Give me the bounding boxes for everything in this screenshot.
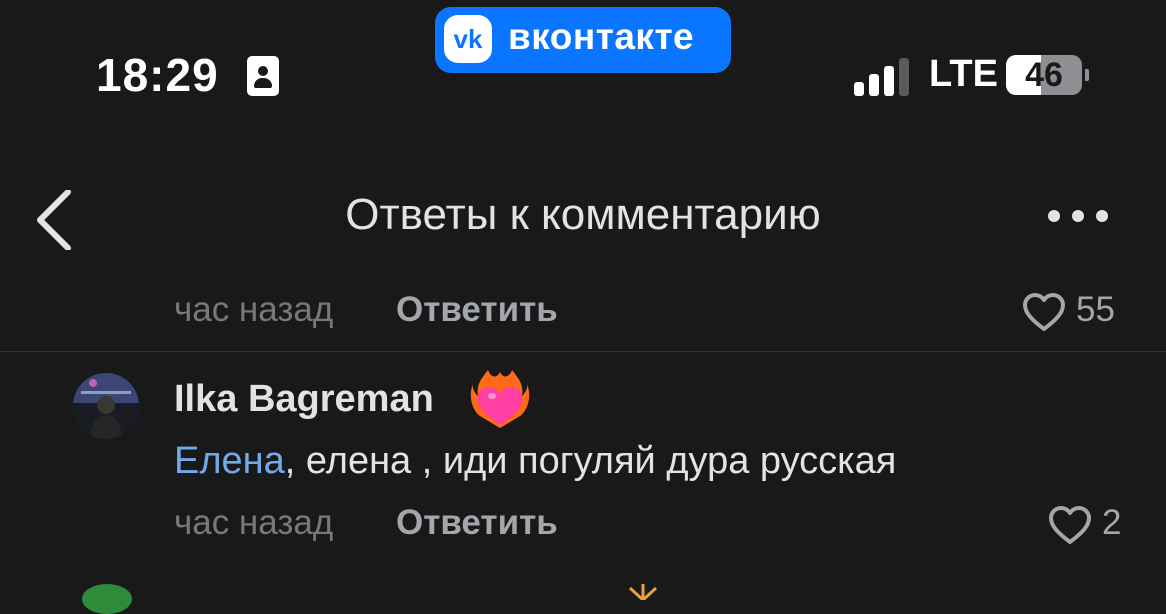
signal-bar <box>899 58 909 96</box>
battery-level: 46 <box>1025 56 1063 94</box>
sparkle-icon <box>618 580 668 602</box>
avatar[interactable] <box>73 373 139 439</box>
vk-logo-icon: vk <box>444 15 492 63</box>
flaming-heart-icon <box>470 368 530 430</box>
divider <box>0 351 1166 352</box>
comment-author[interactable]: Ilka Bagreman <box>174 378 434 421</box>
network-type: LTE <box>929 53 998 95</box>
mention-link[interactable]: Елена <box>174 440 285 482</box>
signal-bar <box>884 66 894 96</box>
page-title: Ответы к комментарию <box>345 190 821 239</box>
reply-button[interactable]: Ответить <box>396 503 558 543</box>
signal-bar <box>854 82 864 96</box>
signal-strength-icon <box>854 58 912 96</box>
comment-body: , елена , иди погуляй дура русская <box>284 440 897 482</box>
like-count: 55 <box>1076 290 1115 329</box>
avatar-image <box>73 373 139 439</box>
contact-card-icon <box>247 56 279 96</box>
heart-icon <box>1049 506 1091 544</box>
battery-icon: 46 <box>1006 55 1082 95</box>
reply-button[interactable]: Ответить <box>396 290 558 330</box>
battery-tip <box>1085 69 1089 81</box>
comment-time: час назад <box>174 503 334 542</box>
like-count: 2 <box>1102 503 1122 542</box>
status-time: 18:29 <box>96 49 219 101</box>
like-button[interactable]: 2 <box>1048 503 1138 547</box>
more-horizontal-icon <box>1048 210 1108 222</box>
comment-time: час назад <box>174 290 334 329</box>
comment-text: Елена, елена , иди погуляй дура русская <box>174 440 896 483</box>
vk-app-label: вконтакте <box>508 16 695 57</box>
heart-icon <box>1023 293 1065 331</box>
avatar[interactable] <box>82 584 132 614</box>
like-button[interactable]: 55 <box>1022 290 1132 334</box>
more-button[interactable] <box>1046 196 1110 236</box>
signal-bar <box>869 74 879 96</box>
